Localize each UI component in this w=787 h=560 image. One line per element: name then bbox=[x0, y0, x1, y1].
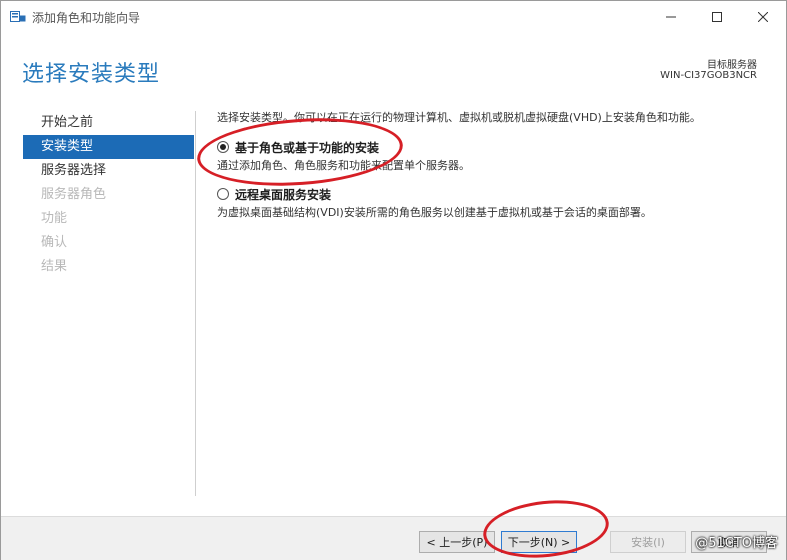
next-button[interactable]: 下一步(N) > bbox=[501, 531, 577, 553]
remote-desktop-label[interactable]: 远程桌面服务安装 bbox=[235, 186, 331, 203]
wizard-steps-nav: 开始之前 安装类型 服务器选择 服务器角色 功能 确认 结果 bbox=[23, 111, 194, 279]
role-based-radio[interactable] bbox=[217, 141, 229, 153]
step-server-roles: 服务器角色 bbox=[41, 187, 107, 202]
step-features: 功能 bbox=[41, 211, 68, 226]
target-server-name: WIN-CI37GOB3NCR bbox=[660, 70, 757, 81]
maximize-icon bbox=[712, 11, 722, 22]
step-before-you-begin[interactable]: 开始之前 bbox=[23, 111, 194, 135]
close-icon bbox=[758, 11, 768, 22]
previous-button[interactable]: < 上一步(P) bbox=[419, 531, 495, 553]
remote-desktop-desc: 为虚拟桌面基础结构(VDI)安装所需的角色服务以创建基于虚拟机或基于会话的桌面部… bbox=[217, 206, 652, 219]
role-based-label[interactable]: 基于角色或基于功能的安装 bbox=[235, 139, 379, 156]
intro-text: 选择安装类型。你可以在正在运行的物理计算机、虚拟机或脱机虚拟硬盘(VHD)上安装… bbox=[217, 111, 701, 124]
content-pane: 选择安装类型。你可以在正在运行的物理计算机、虚拟机或脱机虚拟硬盘(VHD)上安装… bbox=[217, 109, 762, 219]
step-server-selection[interactable]: 服务器选择 bbox=[23, 159, 194, 183]
maximize-button[interactable] bbox=[694, 1, 740, 32]
title-bar: 添加角色和功能向导 bbox=[1, 1, 786, 32]
minimize-icon bbox=[666, 16, 676, 17]
target-server-label: 目标服务器 bbox=[707, 60, 757, 71]
close-button[interactable] bbox=[740, 1, 786, 32]
nav-divider bbox=[195, 111, 196, 496]
minimize-button[interactable] bbox=[648, 1, 694, 32]
watermark: @51CTO博客 bbox=[695, 536, 778, 551]
page-title: 选择安装类型 bbox=[22, 62, 161, 87]
role-based-desc: 通过添加角色、角色服务和功能来配置单个服务器。 bbox=[217, 159, 470, 172]
window-title: 添加角色和功能向导 bbox=[32, 11, 141, 25]
step-confirmation: 确认 bbox=[41, 235, 68, 250]
server-manager-icon bbox=[10, 9, 26, 23]
remote-desktop-radio[interactable] bbox=[217, 188, 229, 200]
wizard-window: 添加角色和功能向导 选择安装类型 目标服务器 WIN-CI37GOB3NCR 开… bbox=[0, 0, 787, 560]
wizard-footer: < 上一步(P) 下一步(N) > 安装(I) 取消 bbox=[1, 516, 786, 560]
wizard-header: 选择安装类型 目标服务器 WIN-CI37GOB3NCR bbox=[1, 32, 786, 102]
step-installation-type[interactable]: 安装类型 bbox=[23, 135, 194, 159]
step-results: 结果 bbox=[41, 259, 68, 274]
install-button: 安装(I) bbox=[610, 531, 686, 553]
